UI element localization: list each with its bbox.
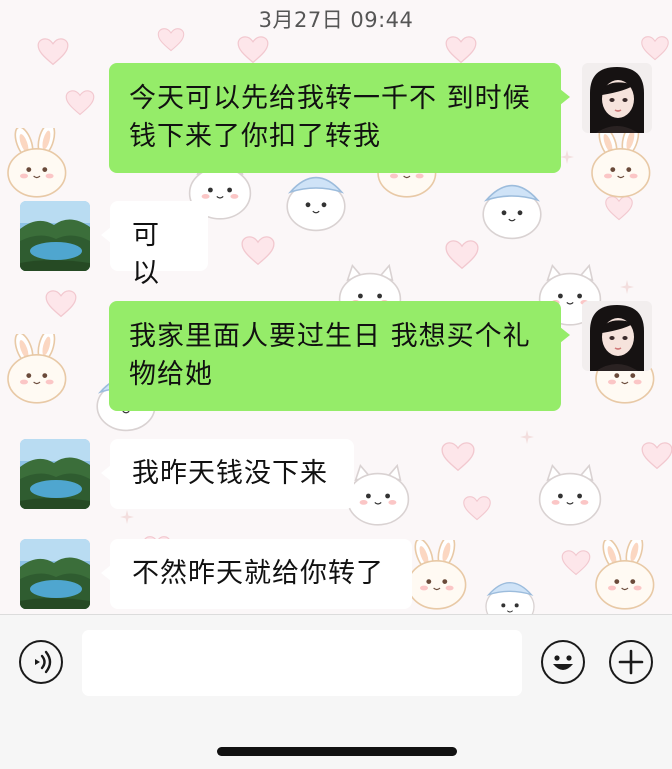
- plus-icon: [618, 649, 643, 674]
- lake-avatar[interactable]: [20, 201, 90, 271]
- home-indicator: [217, 747, 457, 756]
- received-message-bubble[interactable]: 我昨天钱没下来: [101, 439, 354, 509]
- emoji-button[interactable]: [541, 640, 585, 684]
- message-line: 我家里面人要过生日 我想买个礼: [129, 321, 531, 352]
- message-input[interactable]: [82, 630, 522, 696]
- message-line: 不然昨天就给你转了: [132, 558, 384, 589]
- received-message-bubble[interactable]: 不然昨天就给你转了: [101, 539, 412, 609]
- girl-avatar[interactable]: [582, 63, 652, 133]
- emoji-icon: [552, 654, 573, 670]
- message-line: 我昨天钱没下来: [132, 458, 328, 489]
- voice-button[interactable]: [19, 640, 63, 684]
- girl-avatar[interactable]: [582, 301, 652, 371]
- message-line: 可以: [132, 220, 160, 289]
- lake-avatar[interactable]: [20, 539, 90, 609]
- sent-message-bubble[interactable]: 今天可以先给我转一千不 到时候 钱下来了你扣了转我: [109, 63, 570, 173]
- message-line: 物给她: [129, 359, 213, 390]
- message-timestamp: 3月27日 09:44: [258, 8, 414, 32]
- voice-icon: [34, 650, 51, 673]
- chat-input-bar: [0, 614, 672, 769]
- message-line: 钱下来了你扣了转我: [129, 121, 381, 152]
- received-message-bubble[interactable]: 可以: [101, 201, 208, 289]
- plus-button[interactable]: [609, 640, 653, 684]
- sent-message-bubble[interactable]: 我家里面人要过生日 我想买个礼 物给她: [109, 301, 570, 411]
- lake-avatar[interactable]: [20, 439, 90, 509]
- message-line: 今天可以先给我转一千不 到时候: [129, 83, 531, 114]
